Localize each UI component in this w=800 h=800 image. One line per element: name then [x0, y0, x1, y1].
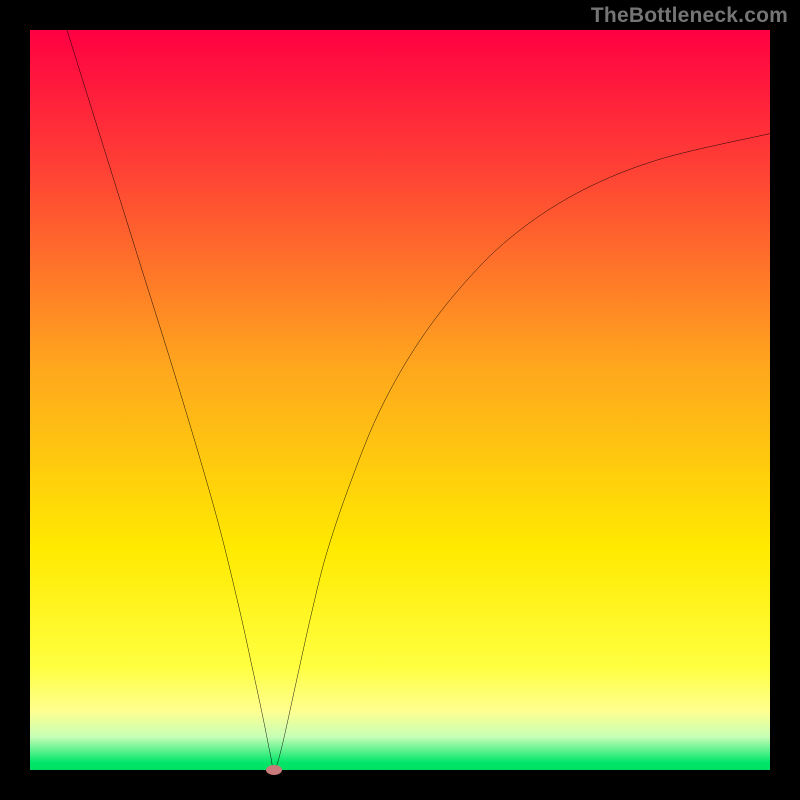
watermark-text: TheBottleneck.com	[591, 4, 788, 28]
bottleneck-curve	[30, 30, 770, 770]
chart-frame: TheBottleneck.com	[0, 0, 800, 800]
plot-area	[30, 30, 770, 770]
optimal-point-marker	[266, 765, 282, 775]
